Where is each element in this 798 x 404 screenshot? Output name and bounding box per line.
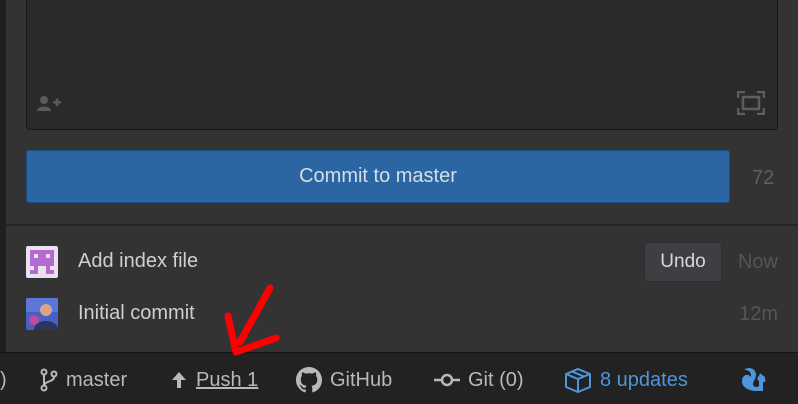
git-commit-icon — [434, 373, 460, 387]
github-icon — [296, 367, 322, 393]
git-label: Git (0) — [468, 368, 524, 391]
git-branch-icon — [40, 368, 58, 392]
undo-button-label: Undo — [660, 251, 706, 272]
add-coauthor-icon[interactable] — [37, 95, 63, 111]
github-label: GitHub — [330, 368, 393, 391]
push-button[interactable]: Push 1 — [170, 367, 258, 393]
commit-time: 12m — [739, 303, 778, 325]
avatar — [26, 246, 58, 278]
commit-time: Now — [737, 251, 778, 273]
updates-label: 8 updates — [600, 368, 688, 391]
commit-message-textarea[interactable] — [26, 0, 778, 130]
git-panel-button[interactable]: Git (0) — [434, 367, 524, 393]
branch-name: master — [66, 368, 128, 391]
avatar — [26, 298, 58, 330]
commit-title: Initial commit — [78, 302, 195, 324]
squirrel-icon — [742, 367, 766, 391]
status-bar-edge: ) — [0, 368, 7, 391]
undo-button[interactable]: Undo — [644, 242, 722, 282]
arrow-up-icon — [172, 372, 186, 388]
recent-commit-row: Add index file Undo Now — [26, 242, 778, 282]
status-bar: ) master Push 1 GitHub Git (0) 8 updates — [0, 352, 798, 404]
package-icon — [565, 367, 591, 393]
commit-button-label: Commit to master — [299, 165, 457, 187]
squirrel-button[interactable] — [738, 367, 776, 393]
annotation-arrow — [224, 284, 280, 356]
push-label: Push 1 — [196, 368, 259, 391]
package-updates-button[interactable]: 8 updates — [564, 367, 688, 393]
character-count: 72 — [752, 167, 775, 189]
expand-icon[interactable] — [737, 91, 765, 115]
github-button[interactable]: GitHub — [296, 367, 392, 393]
divider — [6, 224, 798, 226]
commit-button[interactable]: Commit to master — [26, 150, 730, 203]
branch-selector[interactable]: master — [40, 367, 127, 393]
recent-commit-row: Initial commit 12m — [26, 296, 778, 332]
commit-title: Add index file — [78, 250, 199, 272]
